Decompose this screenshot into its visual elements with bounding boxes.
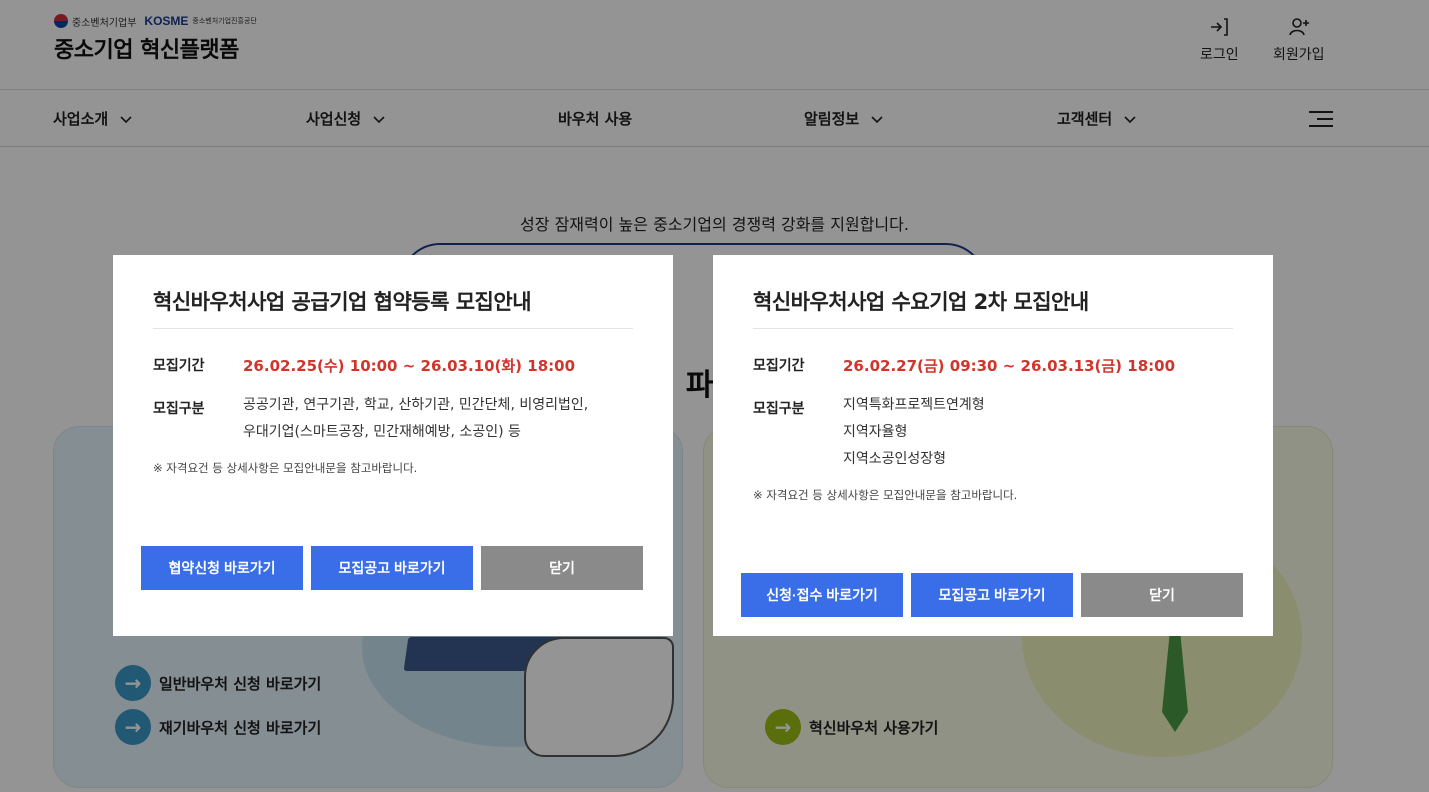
popup-title: 혁신바우처사업 공급기업 협약등록 모집안내 bbox=[153, 286, 633, 329]
type-row: 모집구분 공공기관, 연구기관, 학교, 산하기관, 민간단체, 비영리법인, … bbox=[153, 397, 633, 446]
popup-buttons: 협약신청 바로가기 모집공고 바로가기 닫기 bbox=[141, 546, 643, 590]
type-label: 모집구분 bbox=[753, 401, 805, 417]
period-value: 26.02.25(수) 10:00 ~ 26.03.10(화) 18:00 bbox=[243, 357, 576, 375]
period-label: 모집기간 bbox=[153, 358, 205, 374]
demand-recruitment-popup: 혁신바우처사업 수요기업 2차 모집안내 모집기간 26.02.27(금) 09… bbox=[713, 255, 1273, 636]
type-value: 지역소공인성장형 bbox=[843, 451, 947, 467]
type-values: 지역특화프로젝트연계형 지역자율형 지역소공인성장형 bbox=[843, 392, 985, 473]
type-value: 우대기업(스마트공장, 민간재해예방, 소공인) 등 bbox=[243, 424, 521, 440]
popup-buttons: 신청·접수 바로가기 모집공고 바로가기 닫기 bbox=[741, 573, 1243, 617]
type-row: 모집구분 지역특화프로젝트연계형 지역자율형 지역소공인성장형 bbox=[753, 397, 1233, 473]
agreement-apply-button[interactable]: 협약신청 바로가기 bbox=[141, 546, 303, 590]
period-label: 모집기간 bbox=[753, 358, 805, 374]
popup-title: 혁신바우처사업 수요기업 2차 모집안내 bbox=[753, 286, 1233, 329]
application-submit-button[interactable]: 신청·접수 바로가기 bbox=[741, 573, 903, 617]
type-value: 지역자율형 bbox=[843, 424, 908, 440]
period-row: 모집기간 26.02.25(수) 10:00 ~ 26.03.10(화) 18:… bbox=[153, 355, 633, 376]
popup-note: ※ 자격요건 등 상세사항은 모집안내문을 참고바랍니다. bbox=[153, 461, 418, 475]
recruitment-notice-button[interactable]: 모집공고 바로가기 bbox=[311, 546, 473, 590]
type-value: 지역특화프로젝트연계형 bbox=[843, 397, 985, 413]
close-button[interactable]: 닫기 bbox=[481, 546, 643, 590]
popup-note: ※ 자격요건 등 상세사항은 모집안내문을 참고바랍니다. bbox=[753, 488, 1018, 502]
type-label: 모집구분 bbox=[153, 401, 205, 417]
type-value: 공공기관, 연구기관, 학교, 산하기관, 민간단체, 비영리법인, bbox=[243, 397, 589, 413]
type-values: 공공기관, 연구기관, 학교, 산하기관, 민간단체, 비영리법인, 우대기업(… bbox=[243, 392, 588, 446]
recruitment-notice-button[interactable]: 모집공고 바로가기 bbox=[911, 573, 1073, 617]
period-value: 26.02.27(금) 09:30 ~ 26.03.13(금) 18:00 bbox=[843, 357, 1176, 375]
period-row: 모집기간 26.02.27(금) 09:30 ~ 26.03.13(금) 18:… bbox=[753, 355, 1233, 376]
supplier-recruitment-popup: 혁신바우처사업 공급기업 협약등록 모집안내 모집기간 26.02.25(수) … bbox=[113, 255, 673, 636]
close-button[interactable]: 닫기 bbox=[1081, 573, 1243, 617]
